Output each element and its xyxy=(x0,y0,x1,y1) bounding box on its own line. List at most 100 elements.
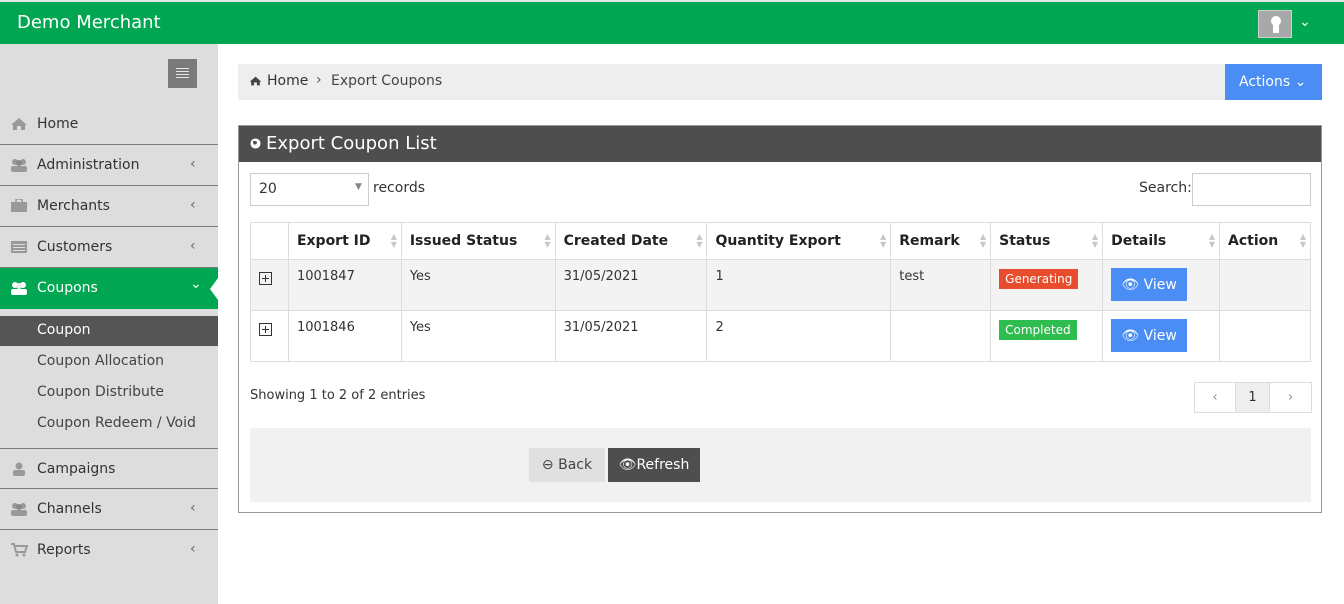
search-input[interactable] xyxy=(1192,173,1311,206)
col-header-details[interactable]: Details ▲ ▼ xyxy=(1102,222,1220,260)
cell-action xyxy=(1219,259,1311,311)
sidebar-item-administration[interactable]: Administration ‹ xyxy=(0,145,218,186)
col-header-action[interactable]: Action ▲ ▼ xyxy=(1219,222,1311,260)
briefcase-icon xyxy=(11,199,27,212)
chevron-left-icon: ‹ xyxy=(190,197,196,213)
brand-title[interactable]: Demo Merchant xyxy=(17,12,161,33)
view-button-label: View xyxy=(1143,276,1177,293)
search-label: Search: xyxy=(1139,180,1192,196)
pagination-prev-button[interactable]: ‹ xyxy=(1195,383,1236,412)
cell-remark xyxy=(890,310,992,362)
sidebar-item-label: Channels xyxy=(37,501,102,517)
sidebar-item-customers[interactable]: Customers ‹ xyxy=(0,227,218,268)
users-icon xyxy=(11,159,27,172)
col-header-label: Quantity Export xyxy=(715,233,841,249)
sort-icon: ▲ ▼ xyxy=(880,232,887,249)
sidebar-item-channels[interactable]: Channels ‹ xyxy=(0,489,218,530)
sidebar-item-label: Reports xyxy=(37,542,91,558)
top-navbar: Demo Merchant ⌄ xyxy=(0,0,1344,44)
page-length-value: 20 xyxy=(259,181,277,197)
sidebar-item-label: Customers xyxy=(37,239,113,255)
back-button[interactable]: ⊖ Back xyxy=(529,448,605,482)
view-button[interactable]: 👁 View xyxy=(1111,319,1188,352)
pagination-next-button[interactable]: › xyxy=(1270,383,1311,412)
users-icon xyxy=(11,503,27,516)
sort-icon: ▲ ▼ xyxy=(544,232,551,249)
col-header-issued-status[interactable]: Issued Status ▲ ▼ xyxy=(400,222,556,260)
table-row: 1001846 Yes 31/05/2021 2 Completed 👁 Vie… xyxy=(250,310,1311,362)
sort-icon: ▲ ▼ xyxy=(979,232,987,249)
pagination: ‹ 1 › xyxy=(1194,382,1312,413)
breadcrumb: Home › Export Coupons xyxy=(238,64,1322,100)
form-footer: ⊖ Back 👁Refresh xyxy=(250,428,1311,502)
chevron-left-icon: ‹ xyxy=(190,541,196,557)
active-indicator xyxy=(210,278,218,300)
sidebar-item-home[interactable]: Home xyxy=(0,104,218,145)
sidebar-item-campaigns[interactable]: Campaigns xyxy=(0,448,218,489)
col-header-label: Remark xyxy=(899,233,960,249)
cell-quantity-export: 2 xyxy=(706,310,892,362)
cell-action xyxy=(1219,310,1311,362)
col-header-label: Action xyxy=(1228,233,1279,249)
user-avatar-icon[interactable] xyxy=(1258,10,1292,38)
col-header-quantity-export[interactable]: Quantity Export ▲ ▼ xyxy=(706,222,892,260)
col-header-label: Status xyxy=(999,233,1051,249)
sidebar-item-coupons[interactable]: Coupons ⌄ xyxy=(0,268,218,309)
col-header-label: Export ID xyxy=(296,233,371,249)
cell-details: 👁 View xyxy=(1102,259,1220,311)
sidebar-item-label: Home xyxy=(37,116,79,132)
records-label: records xyxy=(373,180,426,196)
sidebar-item-label: Administration xyxy=(37,157,140,173)
sidebar-item-label: Coupons xyxy=(37,280,98,296)
sidebar-toggle-button[interactable] xyxy=(168,59,197,88)
actions-dropdown-button[interactable]: Actions ⌄ xyxy=(1225,64,1322,100)
sidebar-subitem-label: Coupon Allocation xyxy=(37,353,165,369)
sort-icon: ▲ ▼ xyxy=(1091,232,1099,249)
sidebar-subitem-coupon-allocation[interactable]: Coupon Allocation xyxy=(0,347,218,377)
col-header-expand xyxy=(250,222,289,260)
eye-icon: 👁 xyxy=(1121,276,1140,293)
sidebar-subitem-coupon-distribute[interactable]: Coupon Distribute xyxy=(0,378,218,408)
sidebar-item-label: Merchants xyxy=(37,198,110,214)
cell-created-date: 31/05/2021 xyxy=(554,259,708,311)
chevron-left-icon: ‹ xyxy=(190,238,196,254)
breadcrumb-current: Export Coupons xyxy=(331,73,443,89)
sort-icon: ▲ ▼ xyxy=(390,232,397,249)
col-header-remark[interactable]: Remark ▲ ▼ xyxy=(890,222,992,260)
table-row: 1001847 Yes 31/05/2021 1 test Generating… xyxy=(250,259,1311,311)
cart-icon xyxy=(11,543,28,557)
cell-details: 👁 View xyxy=(1102,310,1220,362)
col-header-created-date[interactable]: Created Date ▲ ▼ xyxy=(554,222,708,260)
status-badge: Completed xyxy=(999,320,1077,340)
export-coupon-panel: Export Coupon List 20 ▼ records Search: … xyxy=(238,125,1322,513)
cell-status: Generating xyxy=(990,259,1104,311)
sidebar-subitem-coupon[interactable]: Coupon xyxy=(0,316,218,346)
list-icon xyxy=(11,241,27,253)
col-header-label: Details xyxy=(1111,233,1167,249)
page-length-select[interactable]: 20 ▼ xyxy=(250,173,369,206)
breadcrumb-home-link[interactable]: Home xyxy=(267,73,308,89)
sidebar-item-label: Campaigns xyxy=(37,461,116,477)
sort-icon: ▲ ▼ xyxy=(696,232,703,249)
arrow-left-circle-icon: ⊖ xyxy=(541,457,554,473)
col-header-export-id[interactable]: Export ID ▲ ▼ xyxy=(287,222,402,260)
sidebar-subitem-label: Coupon Redeem / Void xyxy=(37,415,196,431)
expand-plus-icon[interactable] xyxy=(259,272,272,285)
sidebar-item-reports[interactable]: Reports ‹ xyxy=(0,530,218,571)
sidebar-item-merchants[interactable]: Merchants ‹ xyxy=(0,186,218,227)
expand-plus-icon[interactable] xyxy=(259,323,272,336)
user-menu-chevron-down-icon[interactable]: ⌄ xyxy=(1299,14,1311,30)
expand-cell xyxy=(250,259,289,311)
back-button-label: Back xyxy=(558,457,593,473)
view-button[interactable]: 👁 View xyxy=(1111,268,1188,301)
refresh-button[interactable]: 👁Refresh xyxy=(608,448,700,482)
sidebar-subitem-coupon-redeem-void[interactable]: Coupon Redeem / Void xyxy=(0,409,218,439)
panel-header: Export Coupon List xyxy=(239,126,1321,162)
cell-quantity-export: 1 xyxy=(706,259,892,311)
col-header-status[interactable]: Status ▲ ▼ xyxy=(990,222,1104,260)
users-icon xyxy=(11,282,27,295)
sort-icon: ▲ ▼ xyxy=(1208,232,1215,249)
caret-down-icon: ▼ xyxy=(355,182,362,192)
home-icon xyxy=(249,76,262,86)
pagination-page-1[interactable]: 1 xyxy=(1236,383,1270,412)
